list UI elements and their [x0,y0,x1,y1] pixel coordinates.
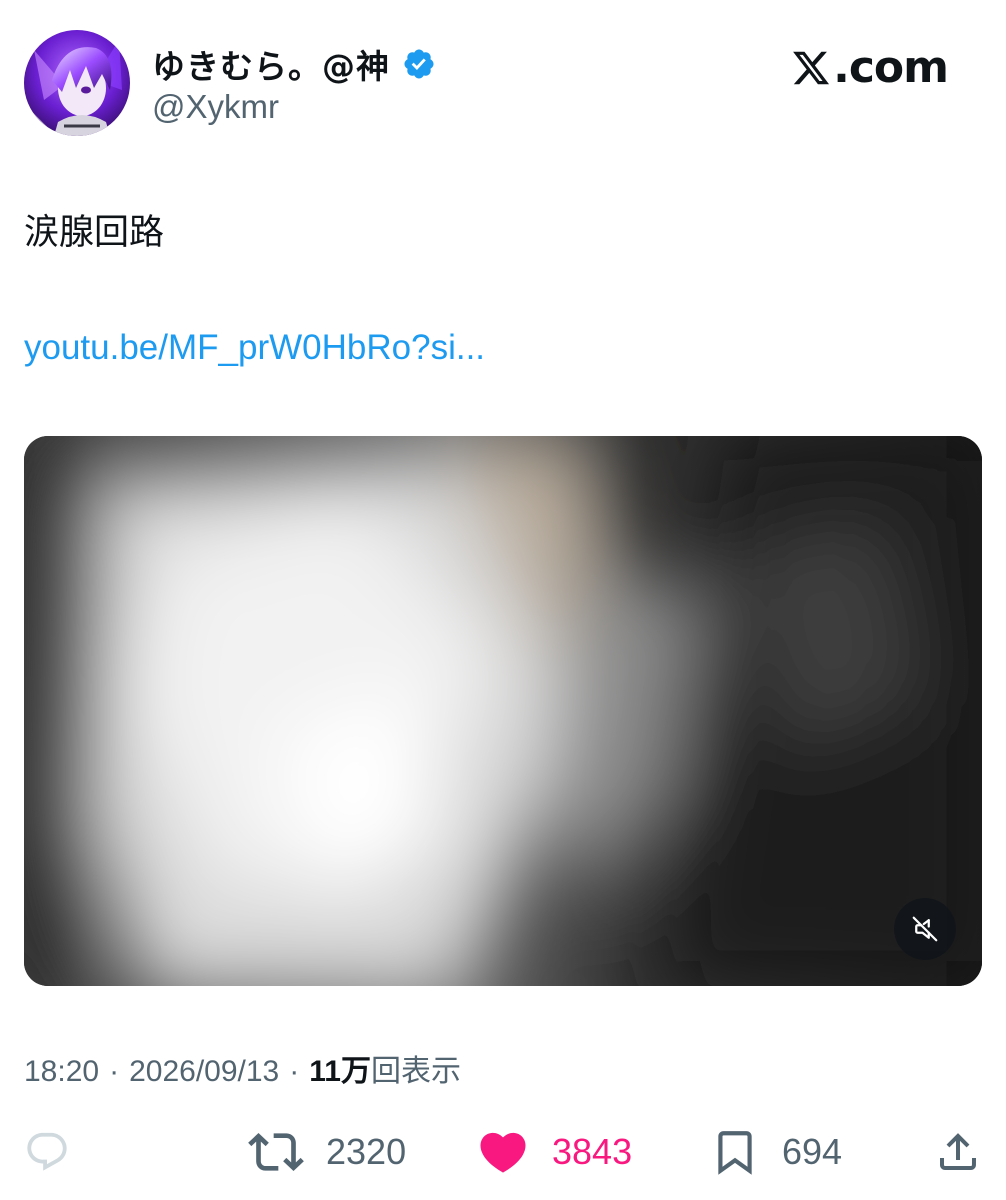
views-count[interactable]: 11万 [309,1046,371,1090]
mute-button[interactable] [894,898,956,960]
speaker-muted-icon [912,916,938,942]
avatar[interactable] [24,30,130,136]
views-label: 回表示 [370,1054,461,1089]
tweet-meta: 18:20 · 2026/09/13 · 11万 回表示 [24,1046,461,1090]
tweet-time[interactable]: 18:20 [24,1055,99,1089]
like-count: 3843 [552,1131,633,1172]
tweet-link[interactable]: youtu.be/MF_prW0HbRo?si... [24,328,485,368]
video-thumbnail [24,436,982,986]
x-logo-text: .com [833,42,949,93]
retweet-button[interactable]: 2320 [248,1122,406,1182]
meta-separator: · [289,1055,300,1088]
bookmark-icon [718,1131,752,1175]
reply-icon [27,1132,67,1171]
x-logo-icon [793,51,830,85]
action-bar: 2320 3843 694 [24,1122,982,1182]
author-display-name[interactable]: ゆきむら。@神 [152,40,390,88]
share-button[interactable] [934,1122,982,1182]
reply-button[interactable] [24,1122,92,1182]
tweet-date[interactable]: 2026/09/13 [129,1055,279,1089]
like-button[interactable]: 3843 [476,1122,632,1182]
retweet-count: 2320 [326,1131,407,1172]
share-icon [940,1133,976,1170]
x-com-logo: .com [791,42,949,94]
tweet-text: 涙腺回路 [24,213,165,253]
verified-badge-icon [404,49,434,79]
author-name-row: ゆきむら。@神 [152,40,436,88]
bookmark-button[interactable]: 694 [710,1122,842,1182]
meta-separator: · [109,1055,120,1088]
author-handle[interactable]: @Xykmr [152,88,279,126]
video-media[interactable] [24,436,982,986]
bookmark-count: 694 [782,1131,843,1172]
retweet-icon [248,1133,304,1171]
heart-icon [480,1132,526,1173]
